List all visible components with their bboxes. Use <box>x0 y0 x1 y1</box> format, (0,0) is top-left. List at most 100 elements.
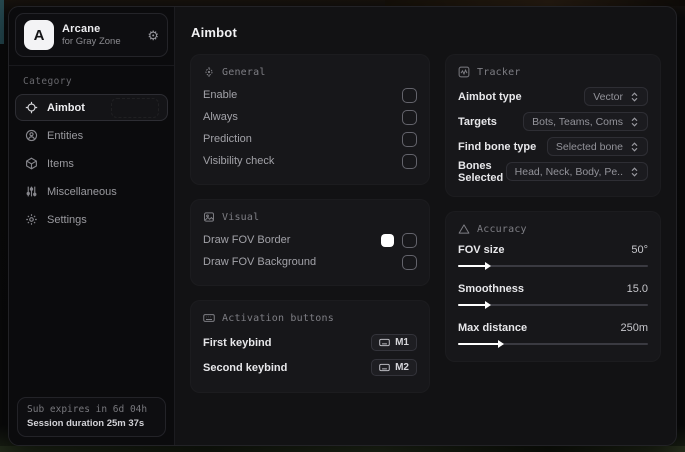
cube-icon <box>26 157 37 170</box>
setting-row: Second keybind M2 <box>203 355 417 380</box>
setting-label: Find bone type <box>458 140 537 153</box>
main-panel: Aimbot General Enable Always Prediction … <box>175 7 676 445</box>
sidebar: A Arcane for Gray Zone ⚙ Category Aimbot <box>9 7 175 445</box>
sidebar-item-settings[interactable]: Settings <box>15 206 168 233</box>
gear-icon[interactable]: ⚙ <box>147 29 159 42</box>
dropdown-value: Vector <box>593 90 623 103</box>
sub-expires-text: Sub expires in 6d 04h <box>27 404 148 415</box>
setting-row: Find bone type Selected bone <box>458 134 648 159</box>
first-keybind-button[interactable]: M1 <box>371 334 417 351</box>
card-title: Activation buttons <box>222 312 334 324</box>
slider-group: FOV size 50° <box>458 241 648 271</box>
visibility-check-checkbox[interactable] <box>402 153 417 169</box>
accuracy-card: Accuracy FOV size 50° Smoothness 15.0 Ma… <box>445 211 661 362</box>
general-card-header: General <box>203 66 417 78</box>
sidebar-item-label: Entities <box>47 129 84 142</box>
chevron-up-down-icon <box>631 91 638 102</box>
slider-thumb[interactable] <box>484 301 491 309</box>
visual-card: Visual Draw FOV Border Draw FOV Backgrou… <box>190 199 430 286</box>
crosshair-icon <box>25 101 38 114</box>
slider-thumb[interactable] <box>484 262 491 270</box>
slider-group: Smoothness 15.0 <box>458 280 648 310</box>
keyboard-icon <box>379 338 390 347</box>
setting-label: First keybind <box>203 336 272 349</box>
slider-fill <box>458 304 487 306</box>
slider-value: 15.0 <box>626 283 648 295</box>
setting-row: Draw FOV Background <box>203 251 417 273</box>
tracker-card: Tracker Aimbot type Vector Targets Bots,… <box>445 54 661 197</box>
fov-background-checkbox[interactable] <box>402 254 417 270</box>
fov-border-color-swatch[interactable] <box>381 233 394 247</box>
sidebar-item-miscellaneous[interactable]: Miscellaneous <box>15 178 168 205</box>
activation-card-header: Activation buttons <box>203 312 417 324</box>
max-distance-slider[interactable] <box>458 339 648 349</box>
backdrop-teal-sliver <box>0 0 4 44</box>
brand-text: Arcane for Gray Zone <box>62 23 121 47</box>
setting-label: Second keybind <box>203 361 288 374</box>
image-icon <box>204 212 214 222</box>
setting-row: Aimbot type Vector <box>458 84 648 109</box>
second-keybind-button[interactable]: M2 <box>371 359 417 376</box>
sidebar-item-label: Settings <box>47 213 87 226</box>
keyboard-icon <box>379 363 390 372</box>
setting-label: Bones Selected <box>458 159 504 184</box>
bones-selected-dropdown[interactable]: Head, Neck, Body, Pe.. <box>505 162 648 181</box>
smoothness-slider[interactable] <box>458 300 648 310</box>
card-title: Accuracy <box>477 223 527 235</box>
triangle-icon <box>458 224 470 234</box>
chevron-up-down-icon <box>631 141 638 152</box>
backdrop-bottom-strip <box>0 446 685 452</box>
prediction-checkbox[interactable] <box>402 131 417 147</box>
targets-dropdown[interactable]: Bots, Teams, Coms <box>523 112 648 131</box>
crosshair-icon <box>205 67 213 77</box>
sidebar-item-entities[interactable]: Entities <box>15 122 168 149</box>
sidebar-item-label: Items <box>47 157 74 170</box>
brand-name: Arcane <box>62 23 101 35</box>
chevron-up-down-icon <box>631 166 638 177</box>
sidebar-item-label: Miscellaneous <box>47 185 117 198</box>
find-bone-type-dropdown[interactable]: Selected bone <box>546 137 648 156</box>
tracker-card-header: Tracker <box>458 66 648 78</box>
sidebar-item-aimbot[interactable]: Aimbot <box>15 94 168 121</box>
setting-label: Enable <box>203 89 238 101</box>
aimbot-type-dropdown[interactable]: Vector <box>584 87 648 106</box>
sidebar-item-items[interactable]: Items <box>15 150 168 177</box>
setting-label: Aimbot type <box>458 90 522 103</box>
chevron-up-down-icon <box>631 116 638 127</box>
slider-thumb[interactable] <box>497 340 504 348</box>
fov-border-checkbox[interactable] <box>402 232 417 248</box>
always-checkbox[interactable] <box>402 109 417 125</box>
slider-value: 50° <box>631 244 648 256</box>
setting-label: Visibility check <box>203 155 275 167</box>
sidebar-divider <box>9 65 174 66</box>
entities-icon <box>25 129 38 142</box>
activation-card: Activation buttons First keybind M1 Seco… <box>190 300 430 393</box>
setting-label: Targets <box>458 115 497 128</box>
keyboard-icon <box>203 314 215 322</box>
setting-label: Prediction <box>203 133 252 145</box>
setting-label: Always <box>203 111 238 123</box>
setting-label: Smoothness <box>458 283 525 295</box>
card-title: Tracker <box>477 66 521 78</box>
setting-label: Draw FOV Border <box>203 234 291 246</box>
setting-label: Draw FOV Background <box>203 256 317 268</box>
left-column: General Enable Always Prediction Visibil… <box>190 54 430 393</box>
session-duration-text: Session duration 25m 37s <box>27 418 145 429</box>
accuracy-card-header: Accuracy <box>458 223 648 235</box>
slider-group: Max distance 250m <box>458 319 648 349</box>
enable-checkbox[interactable] <box>402 87 417 103</box>
page-title: Aimbot <box>191 25 237 40</box>
app-window: A Arcane for Gray Zone ⚙ Category Aimbot <box>8 6 677 446</box>
category-label: Category <box>23 76 72 87</box>
right-column: Tracker Aimbot type Vector Targets Bots,… <box>445 54 661 362</box>
fov-size-slider[interactable] <box>458 261 648 271</box>
setting-row: Visibility check <box>203 150 417 172</box>
sliders-icon <box>26 186 37 197</box>
setting-row: Targets Bots, Teams, Coms <box>458 109 648 134</box>
subscription-info: Sub expires in 6d 04h Session duration 2… <box>17 397 166 437</box>
slider-value: 250m <box>620 322 648 334</box>
setting-row: Bones Selected Head, Neck, Body, Pe.. <box>458 159 648 184</box>
brand-card: A Arcane for Gray Zone ⚙ <box>15 13 168 57</box>
setting-row: Always <box>203 106 417 128</box>
